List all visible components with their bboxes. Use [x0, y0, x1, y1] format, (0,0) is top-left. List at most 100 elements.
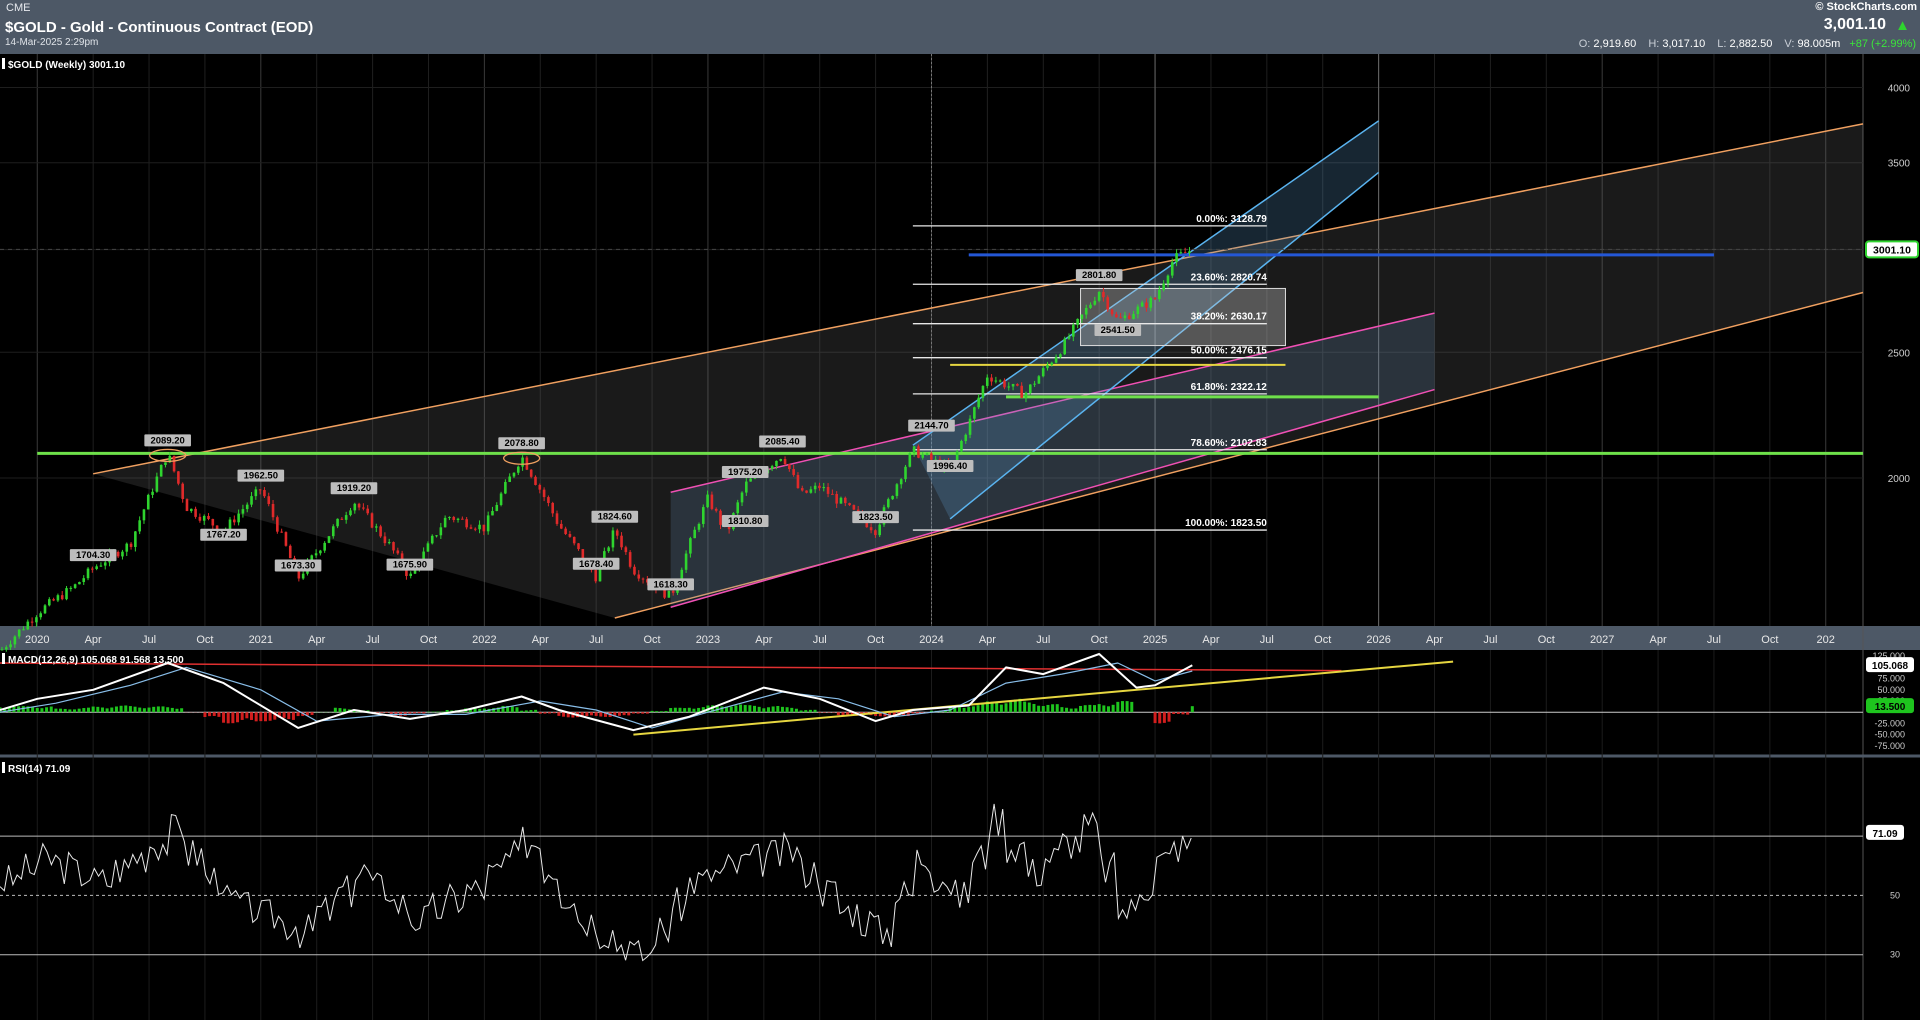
candle-body — [164, 462, 167, 465]
macd-histogram-bar — [641, 712, 645, 714]
candle-body — [1175, 253, 1178, 263]
macd-histogram-bar — [147, 707, 151, 713]
low-value: 2,882.50 — [1729, 38, 1773, 50]
candle-body — [990, 377, 993, 382]
candle-body — [189, 508, 193, 512]
candle-body — [689, 538, 692, 554]
macd-histogram-bar — [836, 712, 840, 716]
candle-body — [95, 566, 98, 569]
macd-histogram-bar — [128, 706, 132, 713]
macd-histogram-bar — [664, 710, 668, 713]
macd-histogram-bar — [1190, 706, 1194, 713]
candle-body — [491, 510, 494, 516]
candle-body — [314, 553, 318, 556]
candle-body — [973, 407, 976, 419]
macd-histogram-bar — [748, 705, 752, 713]
macd-histogram-bar — [1088, 704, 1092, 713]
macd-histogram-bar — [31, 707, 35, 713]
candle-body — [69, 587, 73, 589]
candle-body — [202, 515, 206, 521]
brand-logo[interactable]: © StockCharts.com — [1815, 1, 1917, 13]
macd-histogram-bar — [655, 711, 659, 713]
candle-body — [116, 551, 120, 557]
macd-histogram-bar — [1120, 701, 1124, 713]
candle-body — [994, 380, 998, 382]
date-tick-label: Oct — [867, 634, 884, 646]
fib-level-label: 38.20%: 2630.17 — [1191, 312, 1268, 323]
macd-histogram-bar — [1037, 705, 1041, 713]
candle-body — [48, 599, 51, 606]
candle-body — [181, 483, 184, 500]
macd-histogram-bar — [590, 712, 594, 716]
candle-body — [516, 466, 520, 473]
candle-body — [250, 496, 253, 505]
macd-value-tag: 105.068 — [1872, 661, 1909, 672]
candle-body — [594, 569, 598, 582]
candle-body — [1003, 380, 1006, 388]
macd-histogram-bar — [808, 709, 812, 713]
open-value: 2,919.60 — [1593, 38, 1637, 50]
candle-body — [435, 535, 438, 537]
chart-canvas[interactable]: 2020 Apr Jul Oct 2021 Apr Jul Oct 2022 Apr Jul Oct 2… — [0, 54, 1920, 1020]
macd-tick-label: -25.000 — [1874, 718, 1905, 728]
macd-histogram-bar — [697, 707, 701, 713]
candle-body — [469, 527, 473, 529]
pivot-label: 1823.50 — [858, 512, 892, 523]
date-axis-bar — [0, 626, 1920, 650]
pivot-label: 1919.20 — [337, 483, 371, 494]
candle-body — [968, 418, 972, 435]
macd-histogram-bar — [822, 712, 826, 713]
date-tick-label: Oct — [1761, 634, 1778, 646]
candle-body — [357, 503, 361, 508]
candle-body — [1149, 297, 1153, 308]
macd-tick-label: -75.000 — [1874, 741, 1905, 751]
candle-body — [1123, 315, 1127, 319]
candle-body — [1145, 302, 1148, 308]
macd-histogram-bar — [422, 712, 426, 714]
candle-body — [228, 519, 232, 530]
last-price-tag: 3001.10 — [1873, 244, 1911, 256]
candle-body — [327, 536, 331, 543]
macd-histogram-bar — [282, 712, 286, 718]
candle-body — [538, 484, 542, 490]
pivot-label: 1618.30 — [654, 579, 688, 590]
candle-body — [577, 543, 580, 550]
macd-histogram-bar — [156, 706, 160, 713]
macd-histogram-bar — [678, 707, 682, 713]
macd-histogram-bar — [911, 712, 915, 714]
candle-body — [142, 509, 146, 521]
macd-histogram-bar — [96, 706, 100, 713]
macd-histogram-bar — [776, 705, 780, 713]
candle-body — [478, 524, 481, 530]
candle-body — [82, 578, 86, 583]
candle-body — [1110, 309, 1114, 315]
pivot-label: 1678.40 — [579, 559, 613, 570]
macd-histogram-bar — [250, 712, 254, 720]
macd-histogram-bar — [557, 712, 561, 716]
macd-histogram-bar — [743, 705, 747, 713]
candle-body — [899, 479, 903, 485]
candle-body — [323, 542, 326, 551]
candle-body — [473, 528, 477, 530]
chart-date: 14-Mar-2025 2:29pm — [5, 37, 99, 48]
macd-histogram-bar — [999, 704, 1003, 713]
candle-body — [925, 453, 929, 455]
macd-histogram-bar — [1055, 704, 1059, 713]
macd-histogram-bar — [687, 707, 691, 713]
candle-body — [1067, 336, 1071, 339]
candle-body — [103, 562, 107, 566]
candle-body — [1028, 384, 1032, 393]
candle-body — [607, 547, 610, 552]
candle-body — [1020, 385, 1023, 398]
macd-histogram-bar — [426, 711, 430, 713]
macd-histogram-bar — [971, 706, 975, 713]
macd-histogram-bar — [683, 708, 687, 713]
candle-body — [1132, 313, 1135, 319]
macd-histogram-bar — [524, 710, 528, 713]
macd-histogram-bar — [82, 708, 86, 713]
macd-histogram-bar — [1186, 712, 1190, 715]
date-tick-label: Apr — [85, 634, 102, 646]
candle-body — [1063, 338, 1067, 355]
price-tick-label: 2500 — [1888, 348, 1911, 359]
date-tick-label: Oct — [1538, 634, 1555, 646]
